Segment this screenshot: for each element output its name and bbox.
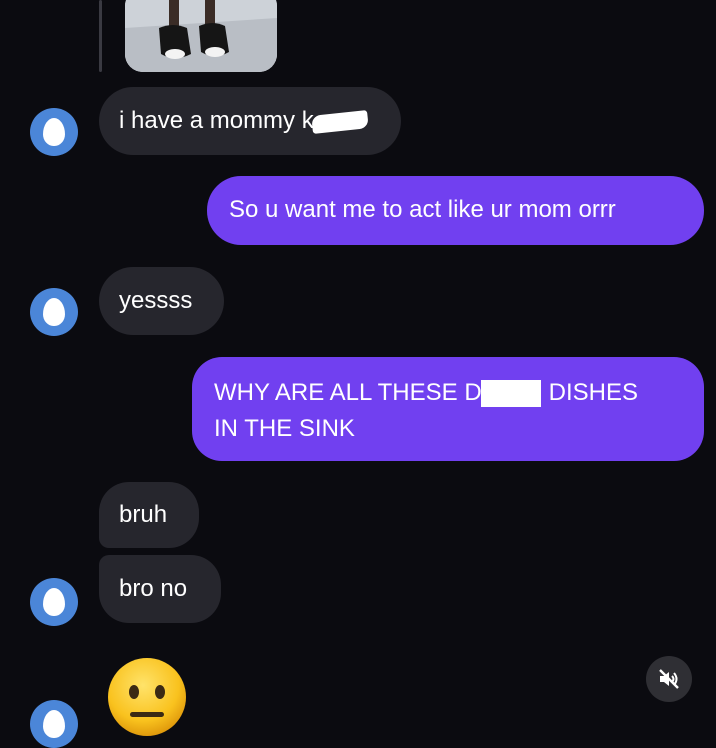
neutral-face-icon	[108, 658, 186, 736]
contact-avatar[interactable]	[30, 578, 78, 626]
reply-indicator-line	[99, 0, 102, 72]
message-bubble-sent[interactable]: So u want me to act like ur mom orrr	[207, 176, 704, 245]
mute-toggle-button[interactable]	[646, 656, 692, 702]
egg-avatar-icon	[43, 298, 65, 326]
contact-avatar[interactable]	[30, 700, 78, 748]
egg-avatar-icon	[43, 118, 65, 146]
egg-avatar-icon	[43, 710, 65, 738]
message-text: DISHES	[548, 379, 639, 406]
contact-avatar[interactable]	[30, 108, 78, 156]
message-text: bruh	[119, 501, 168, 528]
message-text: yessss	[119, 287, 193, 314]
neutral-face-emoji-message[interactable]: 😐	[106, 656, 188, 738]
message-text: WHY ARE ALL THESE D	[214, 379, 482, 406]
shared-photo[interactable]	[125, 0, 277, 72]
message-bubble-received[interactable]: bruh	[99, 482, 199, 548]
message-text: bro no	[119, 575, 188, 602]
speaker-muted-icon	[659, 669, 679, 689]
message-text: So u want me to act like ur mom orrr	[229, 196, 616, 223]
message-bubble-received[interactable]: yessss	[99, 267, 224, 335]
egg-avatar-icon	[43, 588, 65, 616]
contact-avatar[interactable]	[30, 288, 78, 336]
message-bubble-received[interactable]: i have a mommy k	[99, 87, 401, 155]
message-text: i have a mommy k	[119, 107, 314, 134]
message-line-1: WHY ARE ALL THESE D DISHES	[214, 375, 704, 411]
photo-content	[125, 0, 277, 72]
message-bubble-received[interactable]: bro no	[99, 555, 221, 623]
message-line-2: IN THE SINK	[214, 415, 355, 442]
censor-scribble	[310, 109, 369, 134]
censor-box	[480, 380, 541, 408]
message-bubble-sent[interactable]: WHY ARE ALL THESE D DISHES IN THE SINK	[192, 357, 704, 461]
